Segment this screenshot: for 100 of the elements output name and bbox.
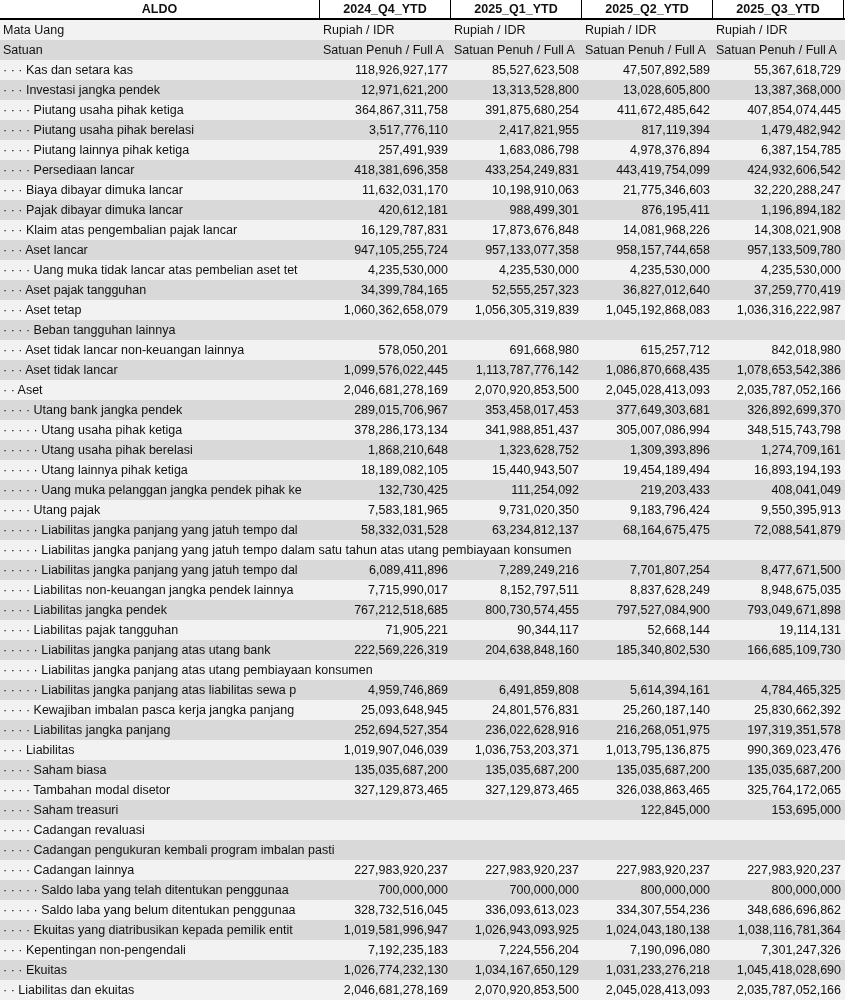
table-cell: 817,119,394 bbox=[641, 123, 710, 137]
row-label: · · · Pajak dibayar dimuka lancar bbox=[3, 203, 183, 217]
table-cell: 32,220,288,247 bbox=[754, 183, 841, 197]
row-label: · · · Investasi jangka pendek bbox=[3, 83, 161, 97]
row-label: · · · Aset tetap bbox=[3, 303, 82, 317]
table-cell: 17,873,676,848 bbox=[492, 223, 579, 237]
table-cell: 52,555,257,323 bbox=[492, 283, 579, 297]
row-label: · · Liabilitas dan ekuitas bbox=[3, 983, 135, 997]
table-cell: 14,308,021,908 bbox=[754, 223, 841, 237]
table-cell: 326,038,863,465 bbox=[616, 783, 710, 797]
table-cell: 111,254,092 bbox=[511, 483, 579, 497]
row-label: · · · · · Saldo laba yang belum ditentukan penggunaa bbox=[3, 903, 296, 917]
table-cell: 12,971,621,200 bbox=[361, 83, 448, 97]
table-cell: 990,369,023,476 bbox=[747, 743, 841, 757]
table-cell: 58,332,031,528 bbox=[361, 523, 448, 537]
table-cell: 578,050,201 bbox=[378, 343, 448, 357]
table-cell: 34,399,784,165 bbox=[361, 283, 448, 297]
row-label: · · · · Piutang lainnya pihak ketiga bbox=[3, 143, 190, 157]
row-label: · · · Aset pajak tangguhan bbox=[3, 283, 147, 297]
row-label: · · · · Persediaan lancar bbox=[3, 163, 135, 177]
table-cell: 1,323,628,752 bbox=[499, 443, 579, 457]
table-cell: 1,196,894,182 bbox=[761, 203, 841, 217]
table-cell: 334,307,554,236 bbox=[616, 903, 710, 917]
row-label: · · · · Utang pajak bbox=[3, 503, 101, 517]
table-cell: 800,000,000 bbox=[640, 883, 710, 897]
table-cell: 227,983,920,237 bbox=[354, 863, 448, 877]
table-cell: 1,056,305,319,839 bbox=[474, 303, 579, 317]
table-cell: 5,614,394,161 bbox=[630, 683, 710, 697]
table-cell: 364,867,311,758 bbox=[355, 103, 448, 117]
table-cell: 2,070,920,853,500 bbox=[474, 383, 579, 397]
table-cell: 227,983,920,237 bbox=[747, 863, 841, 877]
table-cell: 25,093,648,945 bbox=[361, 703, 448, 717]
row-label: · · · · · Utang usaha pihak ketiga bbox=[3, 423, 183, 437]
table-cell: 327,129,873,465 bbox=[485, 783, 579, 797]
table-cell: 90,344,117 bbox=[517, 623, 579, 637]
table-cell: 2,046,681,278,169 bbox=[343, 983, 448, 997]
table-cell: 800,000,000 bbox=[771, 883, 841, 897]
table-cell: 4,235,530,000 bbox=[761, 263, 841, 277]
row-label: · · · · · Utang lainnya pihak ketiga bbox=[3, 463, 188, 477]
table-cell: 947,105,255,724 bbox=[354, 243, 448, 257]
table-cell: 13,313,528,800 bbox=[492, 83, 579, 97]
table-cell: 957,133,077,358 bbox=[485, 243, 579, 257]
table-cell: 219,203,433 bbox=[640, 483, 710, 497]
table-cell: 1,479,482,942 bbox=[761, 123, 841, 137]
table-cell: 9,183,796,424 bbox=[630, 503, 710, 517]
table-cell: 424,932,606,542 bbox=[747, 163, 841, 177]
table-cell: 700,000,000 bbox=[378, 883, 448, 897]
row-label: · · · · Uang muka tidak lancar atas pembelian aset tet bbox=[3, 263, 298, 277]
table-cell: 1,026,943,093,925 bbox=[474, 923, 579, 937]
row-label: · · · · Beban tangguhan lainnya bbox=[3, 323, 176, 337]
table-cell: 25,260,187,140 bbox=[623, 703, 710, 717]
table-cell: 85,527,623,508 bbox=[492, 63, 579, 77]
table-cell: Rupiah / IDR bbox=[585, 23, 657, 37]
table-cell: 7,583,181,965 bbox=[368, 503, 448, 517]
table-cell: 135,035,687,200 bbox=[616, 763, 710, 777]
table-cell: 252,694,527,354 bbox=[354, 723, 448, 737]
row-label: · · · · Cadangan revaluasi bbox=[3, 823, 145, 837]
table-cell: 166,685,109,730 bbox=[747, 643, 841, 657]
table-cell: 348,686,696,862 bbox=[747, 903, 841, 917]
table-cell: 1,034,167,650,129 bbox=[474, 963, 579, 977]
table-cell: 988,499,301 bbox=[509, 203, 579, 217]
table-cell: 257,491,939 bbox=[378, 143, 448, 157]
table-cell: 325,764,172,065 bbox=[747, 783, 841, 797]
row-label: Mata Uang bbox=[3, 23, 65, 37]
row-label: · · · Aset lancar bbox=[3, 243, 88, 257]
table-cell: 377,649,303,681 bbox=[616, 403, 710, 417]
table-cell: 19,114,131 bbox=[779, 623, 841, 637]
table-cell: 2,035,787,052,166 bbox=[736, 383, 841, 397]
table-cell: 876,195,411 bbox=[641, 203, 710, 217]
table-cell: 47,507,892,589 bbox=[623, 63, 710, 77]
row-label: · · · · Liabilitas jangka panjang bbox=[3, 723, 171, 737]
table-cell: 135,035,687,200 bbox=[747, 763, 841, 777]
table-cell: 2,035,787,052,166 bbox=[736, 983, 841, 997]
table-cell: 1,045,192,868,083 bbox=[605, 303, 710, 317]
row-label: · · · · · Saldo laba yang telah ditentukan penggunaa bbox=[3, 883, 289, 897]
table-cell: 185,340,802,530 bbox=[616, 643, 710, 657]
table-cell: 4,235,530,000 bbox=[630, 263, 710, 277]
table-cell: 1,683,086,798 bbox=[499, 143, 579, 157]
table-cell: 420,612,181 bbox=[378, 203, 448, 217]
table-cell: 8,948,675,035 bbox=[761, 583, 841, 597]
table-cell: 378,286,173,134 bbox=[354, 423, 448, 437]
table-cell: 21,775,346,603 bbox=[623, 183, 710, 197]
table-cell: 2,045,028,413,093 bbox=[605, 983, 710, 997]
table-cell: 153,695,000 bbox=[771, 803, 841, 817]
row-label: · · · Kepentingan non-pengendali bbox=[3, 943, 186, 957]
row-label: · · · · Saham treasuri bbox=[3, 803, 119, 817]
row-label: · · · Klaim atas pengembalian pajak lancar bbox=[3, 223, 238, 237]
table-cell: 1,026,774,232,130 bbox=[343, 963, 448, 977]
table-cell: 6,387,154,785 bbox=[761, 143, 841, 157]
table-cell: Rupiah / IDR bbox=[323, 23, 395, 37]
table-cell: 797,527,084,900 bbox=[616, 603, 710, 617]
table-cell: 204,638,848,160 bbox=[485, 643, 579, 657]
table-cell: 407,854,074,445 bbox=[747, 103, 841, 117]
row-label: · · · Aset tidak lancar non-keuangan lainnya bbox=[3, 343, 245, 357]
row-label: · · · · · Uang muka pelanggan jangka pendek pihak ke bbox=[3, 483, 302, 497]
table-cell: 25,830,662,392 bbox=[754, 703, 841, 717]
table-cell: 8,152,797,511 bbox=[500, 583, 579, 597]
row-label: · · · · Saham biasa bbox=[3, 763, 107, 777]
table-cell: Satuan Penuh / Full A bbox=[585, 43, 706, 57]
table-cell: 11,632,031,170 bbox=[362, 183, 448, 197]
